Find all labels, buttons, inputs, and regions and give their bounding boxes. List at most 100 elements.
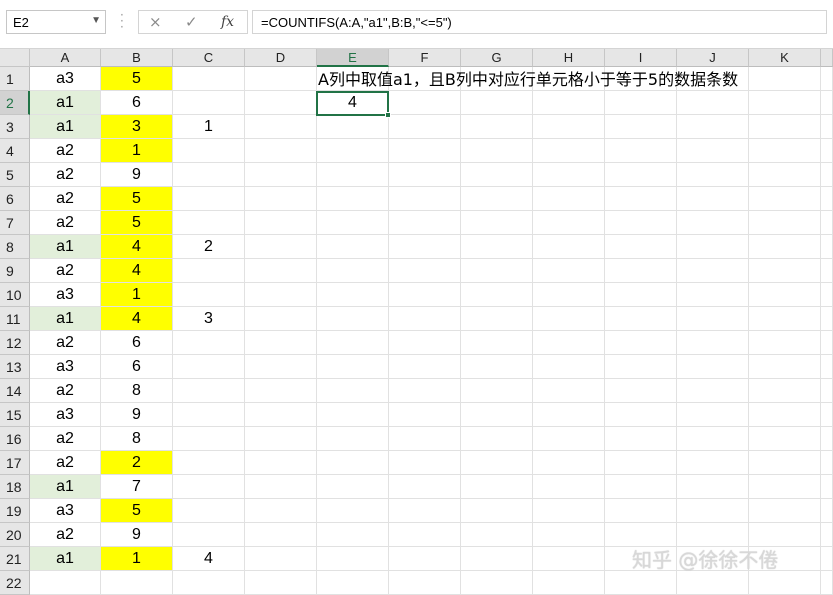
cell-b15[interactable]: 9 [101, 403, 173, 427]
cell-k10[interactable] [749, 283, 821, 307]
cell-f17[interactable] [389, 451, 461, 475]
cell-d6[interactable] [245, 187, 317, 211]
cell-b22[interactable] [101, 571, 173, 595]
column-header-b[interactable]: B [101, 49, 173, 67]
cell-h22[interactable] [533, 571, 605, 595]
cell-g9[interactable] [461, 259, 533, 283]
cell-l16[interactable] [821, 427, 833, 451]
cell-b20[interactable]: 9 [101, 523, 173, 547]
cell-i8[interactable] [605, 235, 677, 259]
cell-a15[interactable]: a3 [30, 403, 101, 427]
cell-g17[interactable] [461, 451, 533, 475]
cell-k2[interactable] [749, 91, 821, 115]
cell-a4[interactable]: a2 [30, 139, 101, 163]
fill-handle[interactable] [385, 112, 391, 118]
cell-i12[interactable] [605, 331, 677, 355]
cell-c1[interactable] [173, 67, 245, 91]
cell-b12[interactable]: 6 [101, 331, 173, 355]
cell-b2[interactable]: 6 [101, 91, 173, 115]
cell-h21[interactable] [533, 547, 605, 571]
cell-d17[interactable] [245, 451, 317, 475]
cell-c8[interactable]: 2 [173, 235, 245, 259]
row-header-12[interactable]: 12 [0, 331, 30, 355]
cell-d9[interactable] [245, 259, 317, 283]
column-header-c[interactable]: C [173, 49, 245, 67]
cell-h13[interactable] [533, 355, 605, 379]
column-header-a[interactable]: A [30, 49, 101, 67]
row-header-1[interactable]: 1 [0, 67, 30, 91]
cell-h15[interactable] [533, 403, 605, 427]
cell-b10[interactable]: 1 [101, 283, 173, 307]
cell-k15[interactable] [749, 403, 821, 427]
cell-g11[interactable] [461, 307, 533, 331]
cell-e19[interactable] [317, 499, 389, 523]
cell-j17[interactable] [677, 451, 749, 475]
cell-a21[interactable]: a1 [30, 547, 101, 571]
cell-b3[interactable]: 3 [101, 115, 173, 139]
cell-a11[interactable]: a1 [30, 307, 101, 331]
cell-c5[interactable] [173, 163, 245, 187]
cell-f11[interactable] [389, 307, 461, 331]
cell-i22[interactable] [605, 571, 677, 595]
cell-e11[interactable] [317, 307, 389, 331]
cell-k9[interactable] [749, 259, 821, 283]
row-header-7[interactable]: 7 [0, 211, 30, 235]
cell-b16[interactable]: 8 [101, 427, 173, 451]
cell-a17[interactable]: a2 [30, 451, 101, 475]
cell-e6[interactable] [317, 187, 389, 211]
cell-d16[interactable] [245, 427, 317, 451]
cell-i11[interactable] [605, 307, 677, 331]
cell-l3[interactable] [821, 115, 833, 139]
cell-d8[interactable] [245, 235, 317, 259]
cell-i3[interactable] [605, 115, 677, 139]
formula-input[interactable]: =COUNTIFS(A:A,"a1",B:B,"<=5") [252, 10, 827, 34]
cell-l18[interactable] [821, 475, 833, 499]
cell-e17[interactable] [317, 451, 389, 475]
cell-l10[interactable] [821, 283, 833, 307]
cell-i5[interactable] [605, 163, 677, 187]
cell-i7[interactable] [605, 211, 677, 235]
cell-f16[interactable] [389, 427, 461, 451]
cell-f14[interactable] [389, 379, 461, 403]
cell-e14[interactable] [317, 379, 389, 403]
cell-c22[interactable] [173, 571, 245, 595]
cell-e4[interactable] [317, 139, 389, 163]
cell-j11[interactable] [677, 307, 749, 331]
row-header-19[interactable]: 19 [0, 499, 30, 523]
cell-g10[interactable] [461, 283, 533, 307]
cell-f22[interactable] [389, 571, 461, 595]
cell-h14[interactable] [533, 379, 605, 403]
cell-i10[interactable] [605, 283, 677, 307]
cell-j16[interactable] [677, 427, 749, 451]
cell-i13[interactable] [605, 355, 677, 379]
cell-c16[interactable] [173, 427, 245, 451]
row-header-13[interactable]: 13 [0, 355, 30, 379]
cell-e13[interactable] [317, 355, 389, 379]
row-header-2[interactable]: 2 [0, 91, 30, 115]
cell-c14[interactable] [173, 379, 245, 403]
cell-g12[interactable] [461, 331, 533, 355]
cell-e20[interactable] [317, 523, 389, 547]
column-header-j[interactable]: J [677, 49, 749, 67]
cell-b4[interactable]: 1 [101, 139, 173, 163]
cell-j13[interactable] [677, 355, 749, 379]
cell-l4[interactable] [821, 139, 833, 163]
cell-h12[interactable] [533, 331, 605, 355]
select-all-corner[interactable] [0, 49, 30, 67]
cell-g18[interactable] [461, 475, 533, 499]
cell-h3[interactable] [533, 115, 605, 139]
cell-f7[interactable] [389, 211, 461, 235]
cell-h11[interactable] [533, 307, 605, 331]
cell-g22[interactable] [461, 571, 533, 595]
cell-k18[interactable] [749, 475, 821, 499]
cell-k11[interactable] [749, 307, 821, 331]
cell-j4[interactable] [677, 139, 749, 163]
cell-j3[interactable] [677, 115, 749, 139]
cell-c11[interactable]: 3 [173, 307, 245, 331]
cell-b8[interactable]: 4 [101, 235, 173, 259]
cell-k19[interactable] [749, 499, 821, 523]
cell-i9[interactable] [605, 259, 677, 283]
cell-k5[interactable] [749, 163, 821, 187]
cell-c12[interactable] [173, 331, 245, 355]
cell-j12[interactable] [677, 331, 749, 355]
